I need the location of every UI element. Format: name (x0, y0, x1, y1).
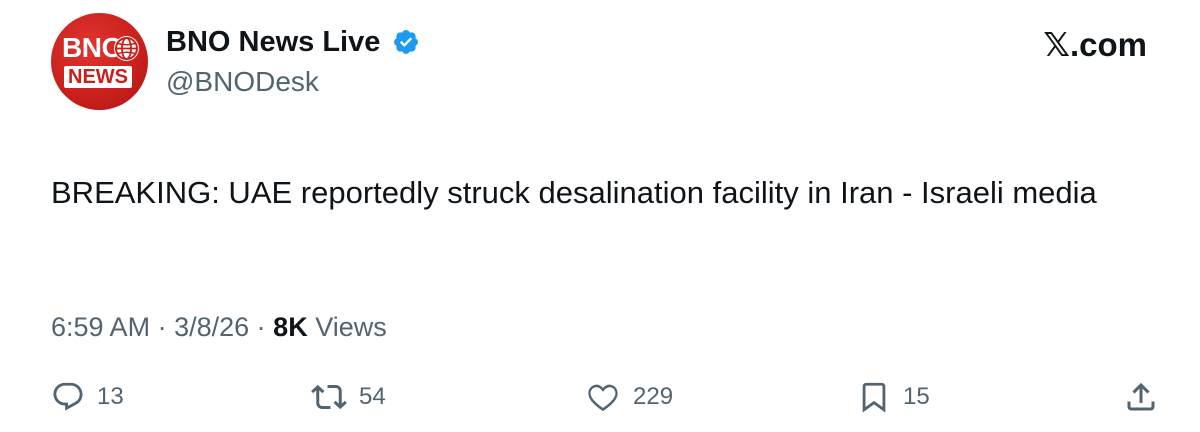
x-site-logo: 𝕏.com (1043, 26, 1147, 63)
tweet-date[interactable]: 3/8/26 (174, 312, 249, 342)
share-icon (1123, 379, 1159, 415)
author-display-name[interactable]: BNO News Live (166, 24, 380, 60)
verified-badge-icon (392, 28, 420, 61)
meta-separator: · (157, 312, 175, 342)
bookmark-icon (857, 380, 891, 414)
tweet-text: BREAKING: UAE reportedly struck desalina… (51, 175, 1097, 210)
meta-separator: · (256, 312, 274, 342)
like-icon (585, 379, 621, 415)
reply-count: 13 (97, 383, 124, 410)
views-label: Views (315, 312, 387, 342)
like-count: 229 (633, 383, 674, 410)
views-count[interactable]: 8K (273, 312, 308, 342)
author-handle[interactable]: @BNODesk (166, 64, 319, 100)
tweet-time[interactable]: 6:59 AM (51, 312, 150, 342)
bookmark-count: 15 (903, 383, 930, 410)
repost-icon (311, 379, 347, 415)
repost-count: 54 (359, 383, 386, 410)
bookmark-button[interactable]: 15 (857, 375, 930, 419)
action-bar: 13 54 229 15 (51, 375, 1161, 419)
avatar[interactable]: BNO NEWS (51, 13, 148, 110)
avatar-news-text: NEWS (64, 66, 132, 88)
repost-button[interactable]: 54 (311, 375, 386, 419)
share-button[interactable] (1123, 375, 1159, 419)
globe-icon (114, 36, 139, 61)
tweet-meta: 6:59 AM · 3/8/26 · 8K Views (51, 309, 387, 345)
reply-button[interactable]: 13 (51, 375, 124, 419)
like-button[interactable]: 229 (585, 375, 673, 419)
reply-icon (51, 380, 85, 414)
